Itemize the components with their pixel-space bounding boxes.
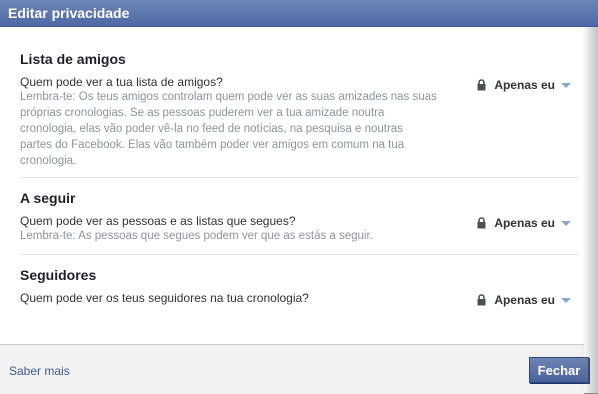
- section-heading: Seguidores: [20, 267, 97, 283]
- audience-selector[interactable]: Apenas eu: [477, 78, 571, 92]
- section-following: A seguir Quem pode ver as pessoas e as l…: [20, 190, 579, 255]
- chevron-down-icon: [561, 297, 571, 303]
- dialog-title: Editar privacidade: [0, 0, 598, 27]
- audience-label: Apenas eu: [494, 78, 555, 92]
- section-followers: Seguidores Quem pode ver os teus seguido…: [20, 267, 579, 317]
- section-heading: Lista de amigos: [20, 51, 126, 67]
- lock-icon: [477, 294, 486, 306]
- audience-selector[interactable]: Apenas eu: [477, 293, 571, 307]
- lock-icon: [477, 79, 486, 91]
- learn-more-link[interactable]: Saber mais: [9, 364, 70, 378]
- dialog-body: Lista de amigos Quem pode ver a tua list…: [0, 28, 584, 344]
- privacy-dialog: Editar privacidade Lista de amigos Quem …: [0, 0, 598, 394]
- close-button[interactable]: Fechar: [529, 357, 589, 383]
- chevron-down-icon: [561, 82, 571, 88]
- audience-label: Apenas eu: [494, 216, 555, 230]
- audience-label: Apenas eu: [494, 293, 555, 307]
- chevron-down-icon: [561, 220, 571, 226]
- lock-icon: [477, 217, 486, 229]
- section-note: Lembra-te: Os teus amigos controlam quem…: [20, 91, 437, 167]
- section-friend-list: Lista de amigos Quem pode ver a tua list…: [20, 51, 579, 178]
- dialog-shadow-edge: [582, 27, 598, 393]
- audience-selector[interactable]: Apenas eu: [477, 216, 571, 230]
- section-note: Lembra-te: As pessoas que segues podem v…: [20, 230, 373, 242]
- section-heading: A seguir: [20, 190, 76, 206]
- dialog-footer: Saber mais Fechar: [0, 344, 589, 394]
